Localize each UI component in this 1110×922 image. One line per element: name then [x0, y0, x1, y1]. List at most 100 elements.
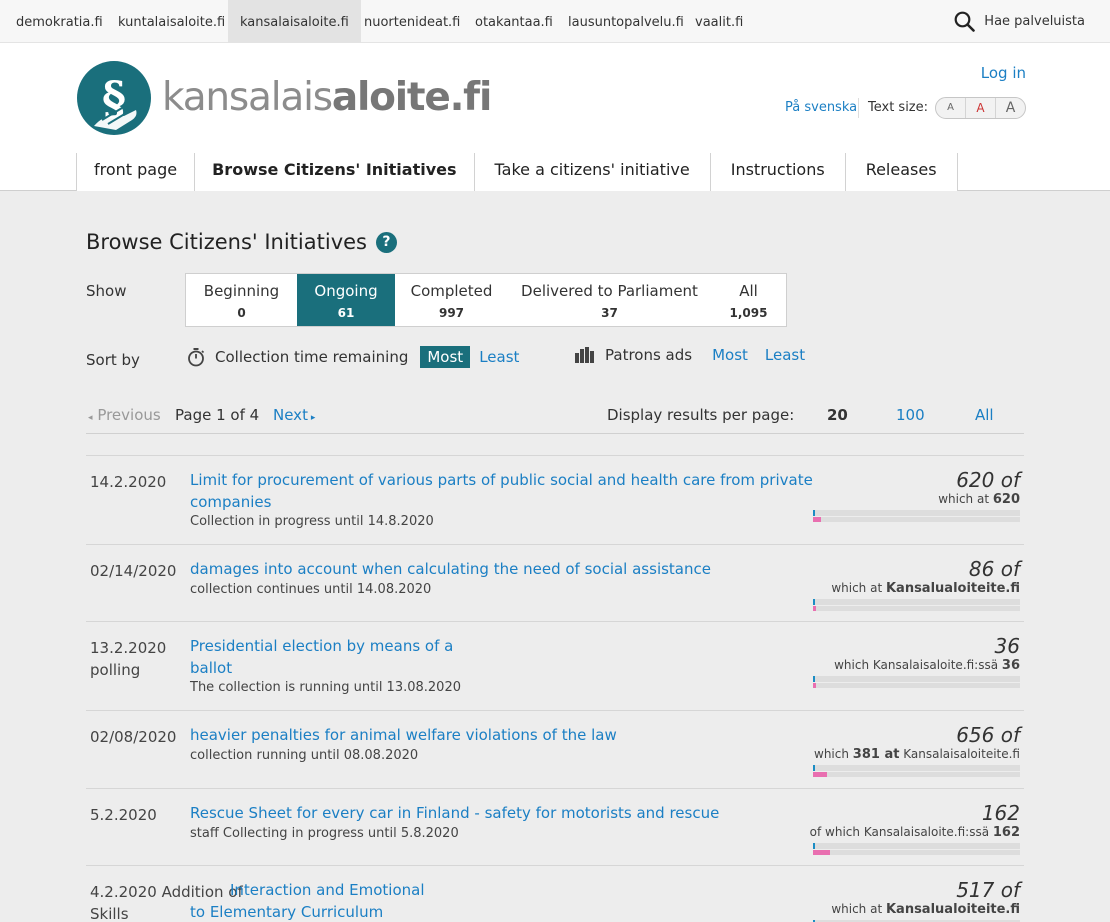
- date-text: 13.2.2020: [90, 639, 167, 657]
- page-info: Page 1 of 4: [175, 406, 260, 424]
- search-label: Hae palveluista: [984, 14, 1085, 29]
- initiative-status: Collection in progress until 14.8.2020: [190, 514, 434, 529]
- site-logo-text[interactable]: kansalaisaloite.fi: [162, 75, 492, 120]
- progress-bar: [813, 510, 1020, 522]
- service-link-demokratia[interactable]: demokratia.fi: [16, 0, 103, 43]
- service-link-kansalaisaloite[interactable]: kansalaisaloite.fi: [228, 0, 361, 43]
- signature-detail: which at Kansalualoiteite.fi: [831, 902, 1020, 917]
- search-services-button[interactable]: Hae palveluista: [954, 0, 1085, 43]
- chevron-left-icon: ◂: [88, 413, 93, 423]
- signature-count: 162: [981, 801, 1020, 825]
- tab-beginning[interactable]: Beginning 0: [186, 274, 297, 326]
- text-size-small-button[interactable]: A: [936, 98, 966, 118]
- progress-fill: [813, 683, 816, 688]
- sort-time-label: Collection time remaining: [215, 348, 409, 366]
- bar-chart-icon: [575, 347, 594, 363]
- date-suffix: polling: [90, 661, 141, 679]
- tab-all[interactable]: All 1,095: [711, 274, 786, 326]
- site-logo[interactable]: §: [76, 60, 152, 140]
- initiative-date: 02/14/2020: [90, 562, 177, 580]
- next-label: Next: [273, 406, 308, 424]
- initiative-status: staff Collecting in progress until 5.8.2…: [190, 826, 459, 841]
- page-title: Browse Citizens' Initiatives ?: [86, 230, 397, 254]
- status-filter-tabs: Beginning 0 Ongoing 61 Completed 997 Delive…: [185, 273, 787, 327]
- nav-releases[interactable]: Releases: [844, 153, 958, 191]
- title-line: companies: [190, 493, 272, 511]
- title-line: Interaction and Emotional: [230, 881, 425, 899]
- progress-fill: [813, 606, 816, 611]
- initiative-status: The collection is running until 13.08.20…: [190, 680, 461, 695]
- page-title-text: Browse Citizens' Initiatives: [86, 230, 367, 254]
- list-item: 13.2.2020 polling Presidential election b…: [86, 622, 1024, 711]
- next-page-link[interactable]: Next ▸: [273, 406, 315, 424]
- per-page-all-link[interactable]: All: [975, 406, 994, 424]
- text-size-large-button[interactable]: A: [996, 98, 1025, 118]
- nav-instructions[interactable]: Instructions: [709, 153, 845, 191]
- text-size-label: Text size:: [868, 100, 929, 115]
- previous-page-link[interactable]: ◂ Previous: [88, 406, 161, 424]
- initiative-title-link[interactable]: Limit for procurement of various parts o…: [190, 469, 813, 513]
- tab-label: Ongoing: [314, 282, 378, 300]
- tab-ongoing[interactable]: Ongoing 61: [297, 274, 395, 326]
- progress-bar: [813, 676, 1020, 688]
- help-icon[interactable]: ?: [375, 231, 397, 253]
- per-page-100-link[interactable]: 100: [896, 406, 925, 424]
- text-size-medium-button[interactable]: A: [966, 98, 996, 118]
- nav-take-initiative[interactable]: Take a citizens' initiative: [473, 153, 710, 191]
- tab-completed[interactable]: Completed 997: [395, 274, 508, 326]
- initiative-status: collection continues until 14.08.2020: [190, 582, 432, 597]
- chevron-right-icon: ▸: [307, 413, 316, 423]
- initiative-date: 13.2.2020 polling: [90, 637, 190, 681]
- per-page-20: 20: [827, 406, 848, 424]
- initiative-status: collection running until 08.08.2020: [190, 748, 419, 763]
- initiative-title-link[interactable]: Presidential election by means of a ballo…: [190, 635, 453, 679]
- results-per-page-label: Display results per page:: [607, 406, 795, 424]
- signature-count: 86 of: [968, 557, 1020, 581]
- progress-bar: [813, 599, 1020, 611]
- text-size-control: A A A: [935, 97, 1026, 119]
- signature-detail: of which Kansalaisaloite.fi:ssä 162: [809, 825, 1020, 840]
- signature-count: 656 of: [956, 723, 1020, 747]
- sort-time-least-link[interactable]: Least: [479, 348, 519, 366]
- logo-emblem-icon: §: [77, 61, 151, 135]
- header-divider: [858, 98, 859, 118]
- stopwatch-icon: [188, 348, 205, 367]
- nav-browse-initiatives[interactable]: Browse Citizens' Initiatives: [194, 153, 474, 191]
- initiative-date: 5.2.2020: [90, 806, 157, 824]
- list-item: 4.2.2020 Addition of Skills Interaction a…: [86, 866, 1024, 922]
- login-link[interactable]: Log in: [981, 64, 1026, 82]
- language-link[interactable]: På svenska: [785, 100, 857, 115]
- initiative-title-link[interactable]: damages into account when calculating th…: [190, 558, 711, 580]
- tab-label: Delivered to Parliament: [521, 282, 698, 300]
- service-link-vaalit[interactable]: vaalit.fi: [695, 0, 743, 43]
- nav-front-page[interactable]: front page: [76, 153, 195, 191]
- site-header: § kansalaisaloite.fi Log in På svenska T…: [0, 43, 1110, 191]
- tab-delivered-to-parliament[interactable]: Delivered to Parliament 37: [508, 274, 711, 326]
- list-item: 02/08/2020 heavier penalties for animal …: [86, 711, 1024, 789]
- show-label: Show: [86, 282, 127, 300]
- initiative-title-link[interactable]: Rescue Sheet for every car in Finland - …: [190, 802, 719, 824]
- sort-patrons-most-link[interactable]: Most: [712, 346, 748, 364]
- service-link-nuortenideat[interactable]: nuortenideat.fi: [364, 0, 460, 43]
- list-item: 02/14/2020 damages into account when cal…: [86, 545, 1024, 622]
- pagination: ◂ Previous Page 1 of 4 Next ▸ Display re…: [86, 396, 1024, 434]
- sort-time-most-button[interactable]: Most: [420, 346, 471, 368]
- tab-count: 37: [601, 306, 618, 320]
- service-link-lausuntopalvelu[interactable]: lausuntopalvelu.fi: [568, 0, 684, 43]
- service-link-kuntalaisaloite[interactable]: kuntalaisaloite.fi: [118, 0, 225, 43]
- sort-label: Sort by: [86, 351, 140, 369]
- service-link-otakantaa[interactable]: otakantaa.fi: [475, 0, 553, 43]
- date-text: 4.2.2020 Addition of: [90, 883, 243, 901]
- initiative-list: 14.2.2020 Limit for procurement of vario…: [86, 455, 1024, 922]
- initiative-date: 14.2.2020: [90, 473, 167, 491]
- initiative-title-link[interactable]: heavier penalties for animal welfare vio…: [190, 724, 617, 746]
- sort-patrons-label: Patrons ads: [605, 346, 693, 364]
- tab-count: 0: [237, 306, 246, 320]
- tab-label: Beginning: [203, 282, 280, 300]
- signature-detail: which at 620: [938, 492, 1020, 507]
- tab-count: 61: [337, 306, 355, 320]
- initiative-title-link[interactable]: Interaction and Emotional to Elementary C…: [190, 879, 425, 922]
- sort-patrons-least-link[interactable]: Least: [765, 346, 805, 364]
- signature-detail: which 381 at Kansalaisaloiteite.fi: [814, 747, 1020, 762]
- tab-count: 997: [438, 306, 465, 320]
